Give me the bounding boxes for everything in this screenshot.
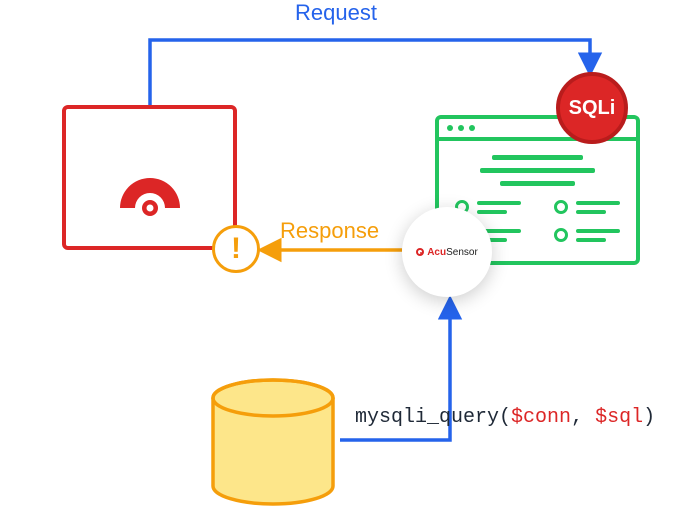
sqli-badge: SQLi <box>556 72 628 144</box>
acusensor-node: AcuSensor <box>402 207 492 297</box>
acusensor-dot-icon <box>416 248 424 256</box>
acusensor-label: AcuSensor <box>427 247 478 258</box>
sqli-label: SQLi <box>569 97 616 120</box>
window-controls-icon <box>447 125 475 131</box>
code-snippet: mysqli_query($conn, $sql) <box>355 406 655 429</box>
database-node <box>208 378 338 506</box>
alert-badge-icon: ! <box>212 225 260 273</box>
alert-glyph: ! <box>231 234 241 264</box>
response-label: Response <box>280 218 379 244</box>
scanner-logo-icon <box>110 158 190 218</box>
scanner-node <box>62 105 237 250</box>
request-arrow <box>150 40 590 105</box>
database-icon <box>208 378 338 506</box>
request-label: Request <box>295 0 377 26</box>
diagram-canvas: ! <box>0 0 696 524</box>
